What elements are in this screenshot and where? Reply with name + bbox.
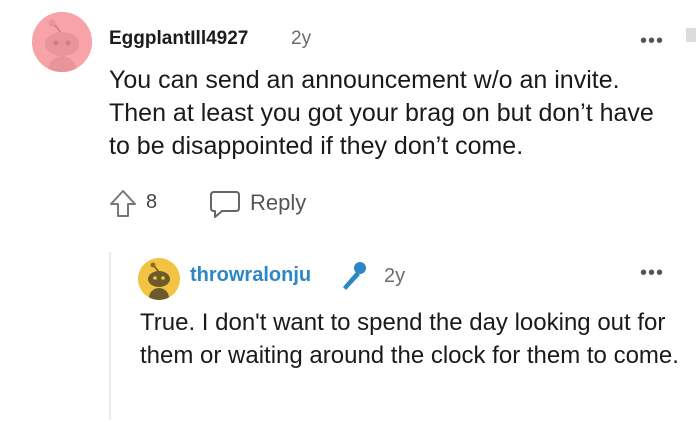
reply-age: 2y — [384, 265, 406, 287]
more-dots-icon[interactable]: ••• — [640, 30, 664, 53]
avatar[interactable] — [32, 12, 92, 72]
comment-username[interactable]: EggplantIll4927 — [109, 28, 248, 50]
avatar[interactable] — [138, 258, 180, 300]
reply-icon[interactable] — [208, 188, 242, 220]
comment-age: 2y — [291, 28, 312, 49]
more-dots-icon[interactable]: ••• — [640, 262, 664, 285]
comment-body: You can send an announcement w/o an invi… — [109, 66, 654, 160]
vote-count: 8 — [146, 191, 158, 213]
microphone-icon — [338, 260, 368, 292]
snoo-avatar-icon — [138, 258, 180, 300]
upvote-icon[interactable] — [108, 188, 138, 220]
scrollbar[interactable] — [686, 28, 696, 42]
reply-body: True. I don't want to spend the day look… — [140, 309, 679, 369]
snoo-avatar-icon — [32, 12, 92, 72]
reply-button[interactable]: Reply — [250, 190, 306, 216]
reply-username[interactable]: throwralonju — [190, 264, 311, 287]
thread-line[interactable] — [109, 252, 111, 420]
